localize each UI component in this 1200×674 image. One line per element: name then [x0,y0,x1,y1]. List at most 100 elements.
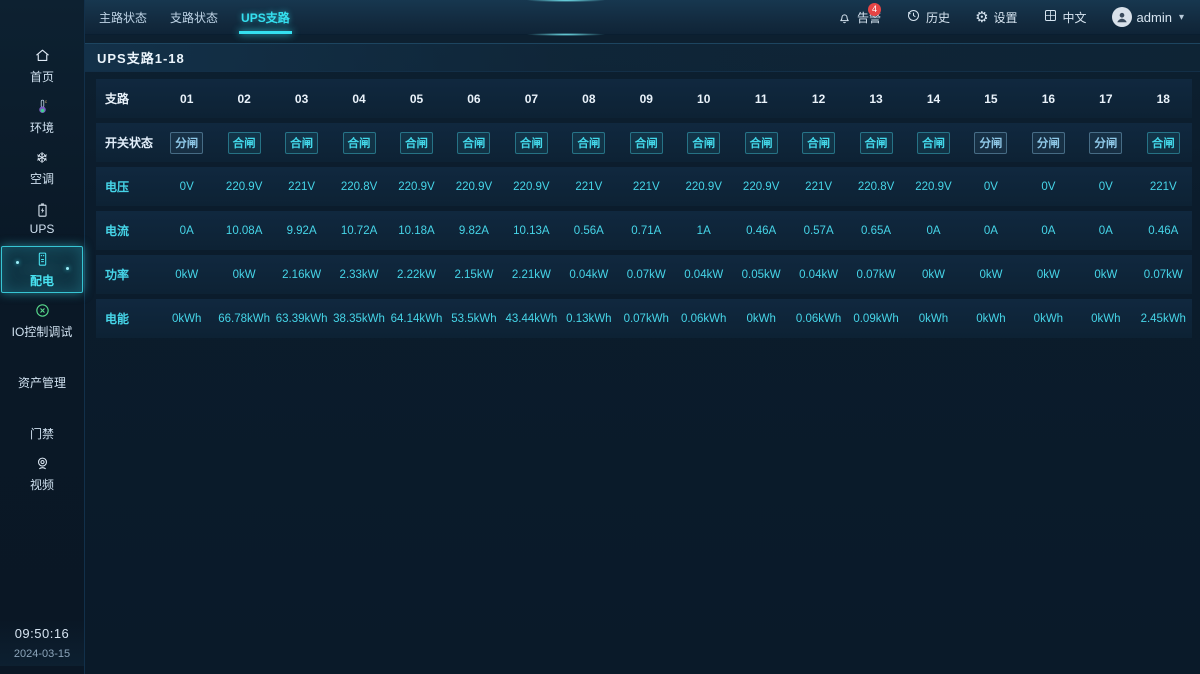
switch-status-badge: 合闸 [572,132,605,154]
tab-2[interactable]: 支路状态 [168,0,220,34]
language-button[interactable]: 中文 [1043,8,1087,26]
switch-status-badge: 合闸 [802,132,835,154]
switch-status-badge: 分闸 [974,132,1007,154]
table-cell: 0V [1020,181,1077,193]
gear-icon: ⚙ [975,10,988,25]
row-header: 开关状态 [96,134,158,151]
sidebar-item-label: IO控制调试 [12,323,73,340]
avatar [1112,7,1132,27]
switch-status-badge: 分闸 [1032,132,1065,154]
table-cell: 0.04kW [560,269,617,281]
power-cabinet-icon [34,251,51,269]
thermometer-icon: c [34,98,51,116]
table-cell: 0.04kW [675,269,732,281]
table-cell: 0V [962,181,1019,193]
row-header: 电流 [96,222,158,239]
table-cell: 0.09kWh [847,313,904,325]
sidebar-item-2[interactable]: c 环境 [0,91,84,142]
table-cell: 0kW [1020,269,1077,281]
switch-status-badge: 合闸 [457,132,490,154]
table-cell: 合闸 [732,132,789,154]
table-row-power: 功率0kW0kW2.16kW2.33kW2.22kW2.15kW2.21kW0.… [96,255,1192,294]
table-cell: 0kW [1077,269,1134,281]
table-cell: 10.72A [330,225,387,237]
table-cell: 03 [273,92,330,106]
row-header: 功率 [96,266,158,283]
table-cell: 43.44kWh [503,313,560,325]
table-cell: 分闸 [962,132,1019,154]
history-button[interactable]: 历史 [906,8,950,26]
nav-glow-streak-bottom [526,33,606,36]
switch-status-badge: 合闸 [860,132,893,154]
sidebar-item-label: 环境 [30,119,54,136]
sidebar-item-7[interactable]: 资产管理 [0,346,84,397]
sidebar-item-4[interactable]: UPS [0,193,84,244]
app-root: { "colors": { "accent_cyan": "#35e0f0", … [0,0,1200,674]
alarm-button[interactable]: 4 告警 [837,9,881,26]
switch-status-badge: 合闸 [343,132,376,154]
table-cell: 02 [215,92,272,106]
tab-3[interactable]: UPS支路 [239,0,292,34]
table-cell: 220.9V [732,181,789,193]
clock-date: 2024-03-15 [0,648,84,660]
table-cell: 0kWh [962,313,1019,325]
table-cell: 0.56A [560,225,617,237]
sidebar-item-1[interactable]: 首页 [0,40,84,91]
table-cell: 220.9V [675,181,732,193]
table-cell: 0A [1077,225,1134,237]
table-cell: 0.46A [732,225,789,237]
table-cell: 220.9V [215,181,272,193]
sidebar-item-label: 资产管理 [18,374,66,391]
table-cell: 0.07kW [1135,269,1192,281]
table-cell: 220.9V [388,181,445,193]
table-cell: 0.13kWh [560,313,617,325]
table-cell: 04 [330,92,387,106]
row-header: 电能 [96,310,158,327]
table-cell: 2.45kWh [1135,313,1192,325]
table-cell: 合闸 [503,132,560,154]
user-menu[interactable]: admin ▾ [1112,7,1184,27]
table-cell: 10.08A [215,225,272,237]
switch-status-badge: 合闸 [1147,132,1180,154]
table-row-switch-status: 开关状态分闸合闸合闸合闸合闸合闸合闸合闸合闸合闸合闸合闸合闸合闸分闸分闸分闸合闸 [96,123,1192,162]
table-cell: 10 [675,92,732,106]
sidebar-item-5[interactable]: 配电 [1,246,83,293]
sidebar-item-6[interactable]: IO控制调试 [0,295,84,346]
switch-status-badge: 合闸 [687,132,720,154]
switch-status-badge: 合闸 [630,132,663,154]
sidebar-item-8[interactable]: 门禁 [0,397,84,448]
nav-glow-streak-top [526,0,606,2]
table-cell: 0A [905,225,962,237]
bell-icon: 4 [837,10,852,25]
table-cell: 220.9V [445,181,502,193]
tab-1[interactable]: 主路状态 [97,0,149,34]
table-cell: 10.13A [503,225,560,237]
ups-battery-icon [34,201,51,219]
table-cell: 09 [618,92,675,106]
settings-label: 设置 [994,9,1018,26]
sidebar-menu: 首页 c 环境 ❄空调UPS配电 IO控制调试资产管理门禁视频 [0,0,84,499]
table-cell: 01 [158,92,215,106]
table-cell: 0.65A [847,225,904,237]
table-cell: 合闸 [618,132,675,154]
table-cell: 64.14kWh [388,313,445,325]
table-cell: 0kW [962,269,1019,281]
sidebar-clock: 09:50:16 2024-03-15 [0,620,84,666]
sidebar-item-3[interactable]: ❄空调 [0,142,84,193]
table-cell: 0.07kW [618,269,675,281]
table-cell: 0kW [158,269,215,281]
table-cell: 14 [905,92,962,106]
settings-button[interactable]: ⚙ 设置 [975,9,1017,26]
camera-icon [34,455,51,473]
sidebar-item-9[interactable]: 视频 [0,448,84,499]
switch-status-badge: 合闸 [917,132,950,154]
table-cell: 合闸 [330,132,387,154]
table-cell: 0kWh [1077,313,1134,325]
ups-branch-table: 支路010203040506070809101112131415161718开关… [96,79,1192,338]
table-cell: 0.04kW [790,269,847,281]
nav-actions: 4 告警 历史 ⚙ 设置 中文 admin ▾ [837,7,1200,27]
table-cell: 2.15kW [445,269,502,281]
table-cell: 08 [560,92,617,106]
alarm-count-badge: 4 [868,3,881,16]
table-cell: 2.21kW [503,269,560,281]
